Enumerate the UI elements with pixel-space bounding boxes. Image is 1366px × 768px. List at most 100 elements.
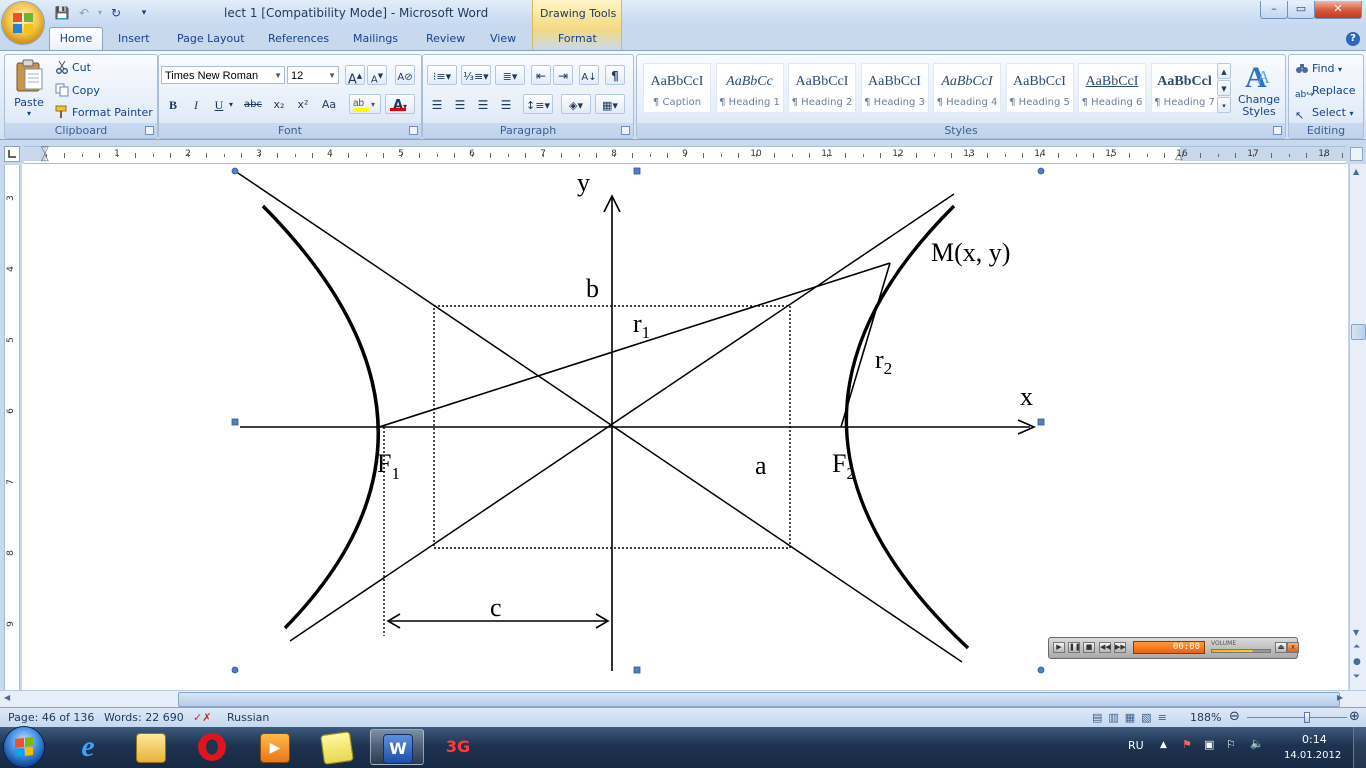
- show-hidden-icons[interactable]: ▲: [1160, 740, 1167, 750]
- close-button[interactable]: ✕: [1314, 1, 1362, 19]
- vertical-scroll-thumb[interactable]: [1351, 324, 1366, 340]
- vertical-scrollbar[interactable]: ▲ ▼ ⏶ ● ⏷: [1349, 164, 1366, 690]
- decrease-indent-button[interactable]: ⇤: [531, 65, 551, 85]
- proofing-icon[interactable]: ✓✗: [193, 711, 211, 724]
- office-button[interactable]: [2, 2, 44, 44]
- clock-time[interactable]: 0:14: [1302, 733, 1327, 746]
- cut-button[interactable]: Cut: [55, 60, 91, 74]
- maximize-button[interactable]: ▭: [1287, 1, 1315, 19]
- next-page-icon[interactable]: ⏷: [1353, 672, 1360, 682]
- superscript-button[interactable]: x²: [293, 95, 313, 115]
- styles-scroll-down-icon[interactable]: ▼: [1217, 80, 1231, 96]
- stop-icon[interactable]: ■: [1083, 642, 1095, 653]
- sort-button[interactable]: A↓: [579, 65, 599, 85]
- show-marks-button[interactable]: ¶: [605, 65, 625, 85]
- view-buttons[interactable]: ▤▥▦▧≡: [1092, 711, 1173, 724]
- style-item[interactable]: AaBbCcl ¶ Heading 7: [1150, 63, 1219, 113]
- tab-review[interactable]: Review: [426, 32, 465, 45]
- zoom-level[interactable]: 188%: [1190, 711, 1221, 724]
- scroll-left-icon[interactable]: ◀: [4, 693, 10, 702]
- scroll-up-icon[interactable]: ▲: [1353, 167, 1359, 176]
- page-count[interactable]: Page: 46 of 136: [8, 711, 94, 724]
- paste-dropdown-icon[interactable]: ▾: [13, 109, 45, 118]
- style-item[interactable]: AaBbCcI ¶ Caption: [643, 63, 711, 113]
- justify-button[interactable]: ☰: [496, 95, 516, 115]
- horizontal-ruler[interactable]: 123456789101112131415161718 ▽ △ △: [24, 146, 1361, 164]
- styles-more-icon[interactable]: ▾: [1217, 97, 1231, 113]
- previous-page-icon[interactable]: ⏶: [1353, 642, 1360, 652]
- word-count[interactable]: Words: 22 690: [104, 711, 184, 724]
- select-button[interactable]: ↖ Select ▾: [1295, 106, 1353, 123]
- bullets-button[interactable]: ⁝≡▾: [427, 65, 457, 85]
- next-icon[interactable]: ▶▶: [1114, 642, 1126, 653]
- paragraph-dialog-launcher[interactable]: [621, 126, 630, 135]
- style-item[interactable]: AaBbCc ¶ Heading 1: [715, 63, 784, 113]
- italic-button[interactable]: I: [186, 95, 206, 115]
- styles-scroll-up-icon[interactable]: ▲: [1217, 63, 1231, 79]
- shading-button[interactable]: ◈▾: [561, 94, 591, 114]
- find-button[interactable]: Find ▾: [1295, 61, 1342, 75]
- font-size-combo[interactable]: 12 ▼: [287, 66, 339, 84]
- replace-button[interactable]: ab↪Replace: [1295, 84, 1356, 104]
- zoom-in-icon[interactable]: ⊕: [1349, 709, 1360, 724]
- customize-quick-access-icon[interactable]: ▾: [136, 5, 152, 21]
- vertical-ruler[interactable]: 3 4 5 6 7 8 9: [4, 165, 20, 690]
- undo-icon[interactable]: ↶: [76, 5, 92, 21]
- minimize-button[interactable]: –: [1260, 1, 1288, 19]
- shrink-font-button[interactable]: A▼: [367, 65, 387, 85]
- volume-slider[interactable]: [1211, 649, 1271, 653]
- tab-references[interactable]: References: [268, 32, 329, 45]
- media-player-widget[interactable]: ▶ ❚❚ ■ ◀◀ ▶▶ 00:00 VOLUME ⏏ x: [1048, 637, 1299, 659]
- styles-dialog-launcher[interactable]: [1273, 126, 1282, 135]
- start-button[interactable]: [4, 727, 44, 767]
- tab-mailings[interactable]: Mailings: [353, 32, 398, 45]
- zoom-slider-track[interactable]: [1247, 717, 1347, 718]
- zoom-out-icon[interactable]: ⊖: [1229, 709, 1240, 724]
- device-icon[interactable]: ▣: [1204, 738, 1214, 751]
- increase-indent-button[interactable]: ⇥: [553, 65, 573, 85]
- hanging-indent-marker[interactable]: △: [41, 153, 49, 163]
- taskbar-app-3d[interactable]: 3G: [432, 729, 486, 765]
- copy-button[interactable]: Copy: [55, 83, 100, 97]
- document-page[interactable]: y x M(x, y) b r1 r2 F1 F2 a c: [22, 164, 1348, 690]
- highlight-button[interactable]: ab ▾: [349, 94, 381, 114]
- right-indent-marker[interactable]: △: [1175, 152, 1183, 162]
- hyperbola-figure[interactable]: y x M(x, y) b r1 r2 F1 F2 a c: [22, 164, 1348, 690]
- underline-dropdown-icon[interactable]: ▾: [226, 95, 236, 115]
- browse-object-icon[interactable]: ●: [1353, 657, 1361, 667]
- font-dialog-launcher[interactable]: [409, 126, 418, 135]
- multilevel-list-button[interactable]: ≣▾: [495, 65, 525, 85]
- undo-dropdown-icon[interactable]: ▾: [92, 5, 108, 21]
- taskbar-explorer[interactable]: [124, 729, 178, 765]
- scroll-down-icon[interactable]: ▼: [1353, 628, 1359, 637]
- change-styles-button[interactable]: A A Change Styles: [1235, 59, 1283, 118]
- taskbar-sticky-notes[interactable]: [310, 729, 364, 765]
- clear-formatting-button[interactable]: A⊘: [395, 65, 415, 85]
- align-left-button[interactable]: ☰: [427, 95, 447, 115]
- style-item[interactable]: AaBbCcI ¶ Heading 5: [1005, 63, 1074, 113]
- taskbar-opera[interactable]: [186, 729, 240, 765]
- line-spacing-button[interactable]: ↕≡▾: [523, 94, 553, 114]
- paste-button[interactable]: Paste ▾: [13, 59, 45, 118]
- style-item[interactable]: AaBbCcI ¶ Heading 4: [933, 63, 1001, 113]
- horizontal-scrollbar[interactable]: ◀ ▶: [0, 690, 1366, 707]
- format-painter-button[interactable]: Format Painter: [55, 105, 153, 119]
- align-right-button[interactable]: ☰: [473, 95, 493, 115]
- bold-button[interactable]: B: [163, 95, 183, 115]
- pause-icon[interactable]: ❚❚: [1068, 642, 1081, 653]
- tab-home[interactable]: Home: [49, 27, 103, 51]
- taskbar-media-player[interactable]: ▶: [248, 729, 302, 765]
- clipboard-dialog-launcher[interactable]: [145, 126, 154, 135]
- tab-page-layout[interactable]: Page Layout: [177, 32, 245, 45]
- font-name-combo[interactable]: Times New Roman ▼: [161, 66, 285, 84]
- redo-icon[interactable]: ↻: [108, 5, 124, 21]
- style-item[interactable]: AaBbCcI ¶ Heading 2: [788, 63, 856, 113]
- taskbar-word[interactable]: W: [370, 729, 424, 765]
- align-center-button[interactable]: ☰: [450, 95, 470, 115]
- numbering-button[interactable]: ⅓≡▾: [461, 65, 491, 85]
- tab-selector-button[interactable]: [4, 146, 20, 162]
- subscript-button[interactable]: x₂: [269, 95, 289, 115]
- change-case-button[interactable]: Aa: [317, 95, 341, 115]
- tab-format[interactable]: Format: [558, 32, 597, 45]
- grow-font-button[interactable]: A▲: [345, 65, 365, 87]
